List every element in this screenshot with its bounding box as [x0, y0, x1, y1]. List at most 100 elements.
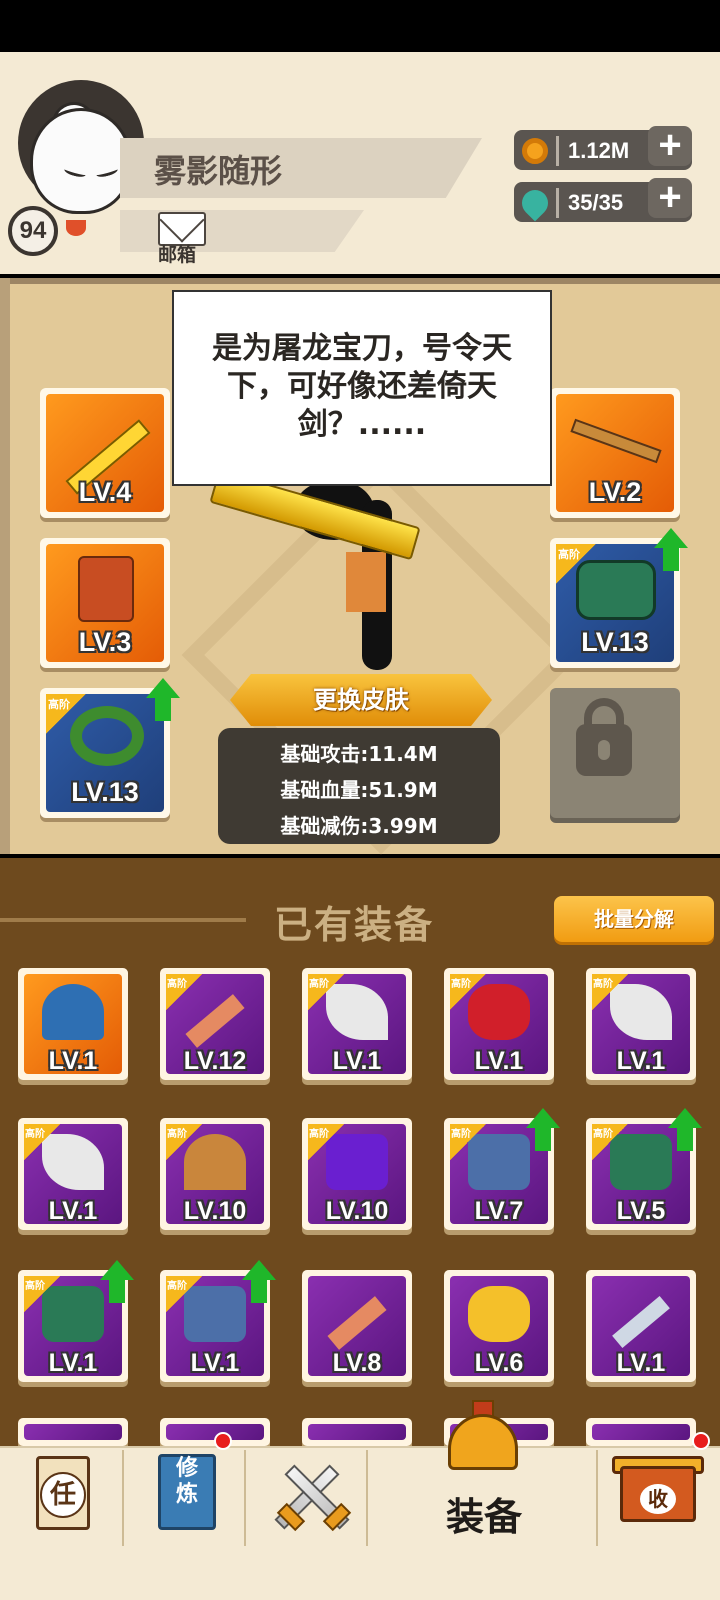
- inventory-item[interactable]: 高阶 LV.1: [444, 968, 554, 1080]
- avatar-face: [30, 108, 132, 214]
- status-bar: [0, 0, 720, 52]
- tier-label: 高阶: [309, 1129, 329, 1140]
- item-level: LV.1: [616, 1047, 666, 1075]
- stamina-amount: 35/35: [568, 190, 624, 215]
- nav-footer: [0, 1550, 720, 1600]
- inventory-item[interactable]: 高阶 LV.1: [302, 968, 412, 1080]
- item-level: LV.1: [48, 1197, 98, 1225]
- coin-icon: [522, 138, 548, 164]
- bracer-icon: [576, 560, 656, 620]
- mail-banner: [120, 210, 364, 252]
- item-level: LV.1: [332, 1047, 382, 1075]
- inventory-item[interactable]: 高阶 LV.10: [160, 1118, 270, 1230]
- item-level: LV.1: [48, 1047, 98, 1075]
- slot-bg: [24, 1424, 122, 1440]
- divider: [556, 136, 559, 166]
- stat-hp: 基础血量:51.9M: [280, 778, 438, 802]
- key-level: LV.2: [588, 477, 642, 507]
- key-slot[interactable]: LV.2: [550, 388, 680, 518]
- cultivate-glyph[interactable]: 修炼: [170, 1456, 204, 1508]
- item-level: LV.1: [48, 1349, 98, 1377]
- speech-text: 是为屠龙宝刀，号令天下，可好像还差倚天剑？......: [212, 331, 512, 442]
- item-level: LV.1: [616, 1349, 666, 1377]
- notification-dot: [692, 1432, 710, 1450]
- inventory-item[interactable]: LV.8: [302, 1270, 412, 1382]
- panel-shade: [0, 278, 10, 854]
- inventory-title: 已有装备: [274, 903, 435, 947]
- player-level-badge: 94: [8, 206, 58, 256]
- inventory-item[interactable]: 高阶 LV.1: [18, 1118, 128, 1230]
- tier-label: 高阶: [167, 1129, 187, 1140]
- mail-label[interactable]: 邮箱: [158, 240, 196, 267]
- item-level: LV.1: [190, 1349, 240, 1377]
- divider: [556, 188, 559, 218]
- divider: [596, 1450, 598, 1546]
- tier-label: 高阶: [48, 698, 70, 711]
- item-level: LV.12: [183, 1047, 247, 1075]
- tier-label: 高阶: [593, 1129, 613, 1140]
- tier-label: 高阶: [558, 548, 580, 561]
- divider: [244, 1450, 246, 1546]
- armor-slot[interactable]: LV.3: [40, 538, 170, 668]
- divider: [0, 918, 246, 922]
- upgrade-arrow-icon: [668, 1108, 702, 1152]
- weapon-slot[interactable]: LV.4: [40, 388, 170, 518]
- add-stamina-button[interactable]: +: [648, 177, 692, 218]
- add-gold-button[interactable]: +: [648, 125, 692, 166]
- nav-equip-label[interactable]: 装备: [446, 1486, 522, 1541]
- item-level: LV.8: [332, 1349, 382, 1377]
- inventory-item[interactable]: [586, 1418, 696, 1446]
- player-name: 雾影随形: [154, 152, 283, 190]
- divider: [366, 1450, 368, 1546]
- item-level: LV.6: [474, 1349, 524, 1377]
- armor-icon: [78, 556, 134, 622]
- equipment-icon: [468, 1286, 530, 1342]
- tier-label: 高阶: [593, 979, 613, 990]
- tier-label: 高阶: [451, 979, 471, 990]
- upgrade-arrow-icon: [242, 1260, 276, 1304]
- inventory-item[interactable]: 高阶 LV.1: [586, 968, 696, 1080]
- divider: [122, 1450, 124, 1546]
- tier-label: 高阶: [25, 1281, 45, 1292]
- bracer-level: LV.13: [581, 627, 649, 657]
- ring-level: LV.13: [71, 777, 139, 807]
- armor-level: LV.3: [78, 627, 132, 657]
- weapon-level: LV.4: [78, 477, 132, 507]
- tasks-glyph[interactable]: 任: [40, 1472, 86, 1518]
- gold-amount: 1.12M: [568, 138, 630, 163]
- tier-label: 高阶: [451, 1129, 471, 1140]
- equipment-icon: [42, 984, 104, 1040]
- tier-label: 高阶: [25, 1129, 45, 1140]
- upgrade-arrow-icon: [100, 1260, 134, 1304]
- tier-label: 高阶: [167, 979, 187, 990]
- change-skin-label[interactable]: 更换皮肤: [230, 680, 492, 715]
- hero-vest: [346, 552, 386, 612]
- batch-dismantle-button[interactable]: 批量分解: [554, 896, 714, 942]
- upgrade-arrow-icon: [654, 528, 688, 572]
- item-level: LV.5: [616, 1197, 666, 1225]
- ring-icon: [70, 706, 144, 766]
- inventory-item[interactable]: LV.1: [586, 1270, 696, 1382]
- upgrade-arrow-icon: [146, 678, 180, 722]
- stat-attack: 基础攻击:11.4M: [280, 742, 438, 766]
- upgrade-arrow-icon: [526, 1108, 560, 1152]
- notification-dot: [214, 1432, 232, 1450]
- slot-bg: [308, 1424, 406, 1440]
- stat-damage-reduction: 基础减伤:3.99M: [280, 814, 438, 838]
- inventory-item[interactable]: LV.1: [18, 968, 128, 1080]
- inventory-item[interactable]: [302, 1418, 412, 1446]
- collect-glyph[interactable]: 收: [640, 1484, 676, 1514]
- item-level: LV.7: [474, 1197, 524, 1225]
- tier-label: 高阶: [309, 979, 329, 990]
- avatar-beak: [66, 220, 86, 236]
- tier-label: 高阶: [167, 1281, 187, 1292]
- lock-keyhole: [598, 740, 610, 760]
- inventory-item[interactable]: 高阶 LV.12: [160, 968, 270, 1080]
- item-level: LV.1: [474, 1047, 524, 1075]
- inventory-item[interactable]: [18, 1418, 128, 1446]
- item-level: LV.10: [183, 1197, 247, 1225]
- inventory-item[interactable]: 高阶 LV.10: [302, 1118, 412, 1230]
- inventory-item[interactable]: LV.6: [444, 1270, 554, 1382]
- item-level: LV.10: [325, 1197, 389, 1225]
- slot-bg: [592, 1424, 690, 1440]
